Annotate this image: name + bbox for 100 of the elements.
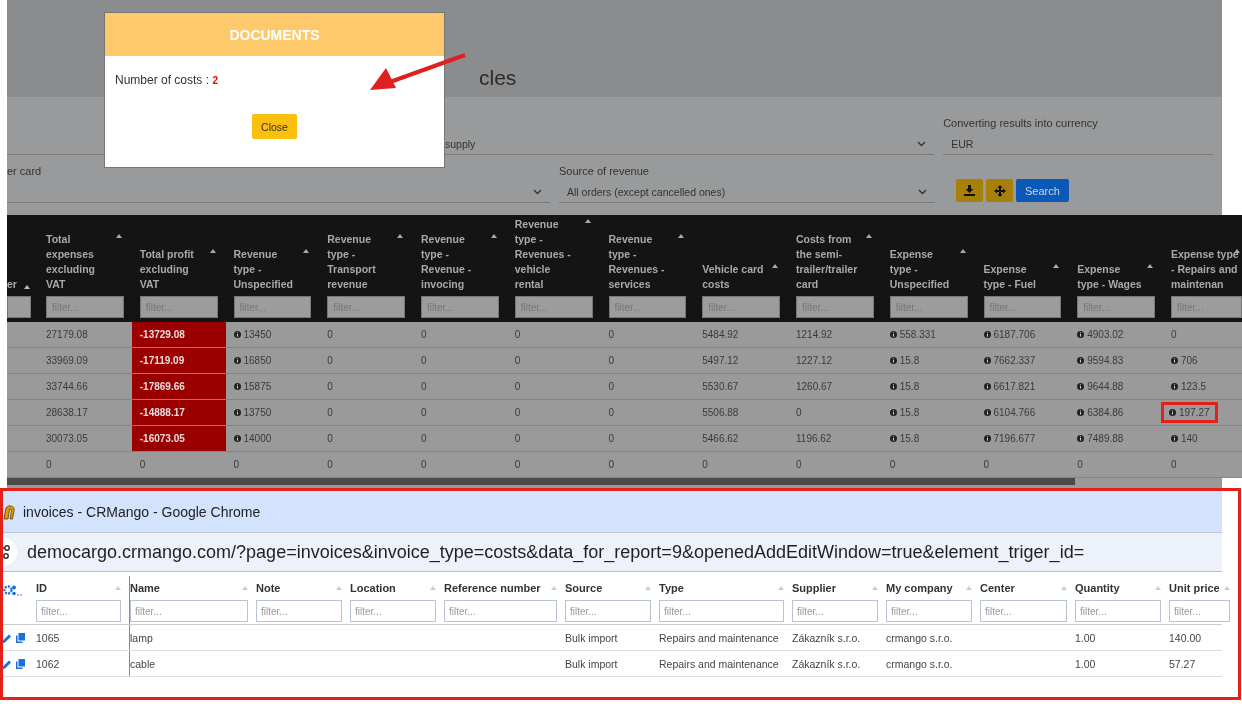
filter-field[interactable]: filter... [444, 600, 557, 622]
column-header[interactable]: Revenue type - Revenues - vehicle rental [514, 217, 581, 292]
table-cell: 0 [421, 407, 427, 418]
filter-field[interactable]: filter... [565, 600, 651, 622]
filter-field[interactable]: filter... [886, 600, 972, 622]
filter-field[interactable] [7, 296, 31, 318]
column-header[interactable]: Center [980, 582, 1015, 594]
column-header[interactable]: ID [36, 582, 47, 594]
table-cell: 0 [421, 329, 427, 340]
table-cell: 14000 [233, 433, 272, 444]
move-button[interactable] [986, 179, 1013, 202]
settings-icon[interactable] [3, 584, 23, 596]
filter-field[interactable]: filter... [1075, 600, 1161, 622]
column-header[interactable]: My company [886, 582, 953, 594]
column-header[interactable]: Costs from the semi-trailer/trailer card [796, 232, 862, 292]
filter-field[interactable]: filter... [350, 600, 436, 622]
chevron-icon [917, 140, 927, 147]
table-cell: 0 [421, 459, 427, 470]
table-cell: 0 [796, 407, 802, 418]
scrollbar-thumb[interactable] [7, 478, 1075, 485]
copy-icon[interactable] [16, 632, 25, 643]
column-header[interactable]: Revenue type - Revenues - services [608, 232, 675, 292]
column-header[interactable]: Revenue type - Revenue - invocing [421, 232, 487, 292]
info-icon [1077, 331, 1085, 338]
select-field[interactable]: All orders (except cancelled ones) [559, 181, 935, 203]
sort-icon[interactable] [24, 285, 30, 289]
sort-icon[interactable] [490, 234, 497, 238]
sort-icon[interactable] [115, 234, 122, 238]
column-header[interactable]: Type [659, 582, 684, 594]
column-header[interactable]: Expense type - Fuel [983, 262, 1050, 292]
column-header[interactable]: Unit price [1169, 582, 1220, 594]
column-header[interactable]: Total expenses excluding VAT [46, 232, 112, 292]
column-header[interactable]: Quantity [1075, 582, 1120, 594]
column-header[interactable]: Source [565, 582, 603, 594]
sort-icon[interactable] [678, 234, 685, 238]
info-icon [889, 409, 897, 416]
table-cell: 13750 [233, 407, 272, 418]
table-cell: 0 [327, 381, 333, 392]
table-cell: crmango s.r.o. [886, 631, 953, 644]
filter-field[interactable]: filter... [36, 600, 121, 622]
column-header[interactable]: Reference number [444, 582, 541, 594]
table-cell: 4903.02 [1077, 329, 1124, 340]
sort-icon[interactable] [1053, 264, 1060, 268]
download-button[interactable] [956, 179, 983, 202]
column-header[interactable]: Name [130, 582, 160, 594]
input-field[interactable]: EUR [943, 133, 1213, 155]
close-button[interactable]: Close [252, 114, 297, 139]
table-cell: crmango s.r.o. [886, 657, 953, 670]
table-cell: 1260.67 [796, 381, 833, 392]
column-header[interactable]: Note [256, 582, 281, 594]
column-header[interactable]: Expense type - Repairs and maintenan [1171, 247, 1242, 292]
table-cell: 0 [233, 459, 240, 470]
sort-icon[interactable] [584, 219, 591, 223]
table-cell: 5484.92 [702, 329, 739, 340]
filter-field[interactable]: filter... [980, 600, 1067, 622]
filter-field[interactable]: filter... [130, 600, 248, 622]
sort-icon[interactable] [397, 234, 403, 238]
filter-field[interactable]: filter... [792, 600, 878, 622]
move-icon [993, 184, 1006, 197]
filter-field[interactable]: filter... [1169, 600, 1230, 622]
column-header[interactable]: Vehicle card costs [702, 262, 768, 292]
filter-field[interactable]: filter... [659, 600, 784, 622]
table-cell: 13450 [233, 329, 272, 340]
sort-icon[interactable] [303, 249, 310, 253]
column-header[interactable]: Revenue type - Unspecified [233, 247, 300, 292]
table-cell: 0 [889, 459, 896, 470]
table-cell: 0 [983, 459, 990, 470]
table-cell: 9594.83 [1077, 355, 1124, 366]
column-header[interactable]: er [7, 277, 22, 292]
table-cell: 123.5 [1171, 381, 1207, 392]
info-icon [889, 357, 897, 364]
copy-icon[interactable] [16, 658, 25, 669]
table-cell: 0 [421, 433, 427, 444]
table-cell: 15.8 [889, 381, 920, 392]
filter-field[interactable]: filter... [256, 600, 342, 622]
column-header[interactable]: Location [350, 582, 396, 594]
column-header[interactable]: Expense type - Wages [1077, 262, 1143, 292]
column-header[interactable]: Supplier [792, 582, 836, 594]
sort-icon[interactable] [959, 249, 966, 253]
field-label: Source of revenue [559, 165, 650, 179]
table-cell: -14888.17 [131, 400, 226, 425]
sort-icon[interactable] [1234, 249, 1240, 253]
column-header[interactable]: Total profit excluding VAT [139, 247, 206, 292]
column-header[interactable]: Expense type - Unspecified [889, 247, 956, 292]
edit-icon[interactable] [3, 632, 12, 643]
info-icon [983, 435, 991, 442]
edit-icon[interactable] [3, 658, 12, 669]
sort-icon[interactable] [1147, 264, 1153, 268]
table-cell: 0 [421, 355, 427, 366]
sort-icon[interactable] [209, 249, 216, 253]
table-cell: 0 [327, 459, 333, 470]
table-cell: 0 [1077, 459, 1083, 470]
sort-icon[interactable] [772, 264, 778, 268]
table-cell: 5497.12 [702, 355, 739, 366]
sort-icon[interactable] [865, 234, 872, 238]
search-button[interactable]: Search [1016, 179, 1069, 202]
cost-count-label: Number of costs : [115, 73, 210, 87]
table-cell: 0 [514, 407, 521, 418]
column-header[interactable]: Revenue type - Transport revenue [327, 232, 393, 292]
table-cell: 7196.677 [983, 433, 1036, 444]
